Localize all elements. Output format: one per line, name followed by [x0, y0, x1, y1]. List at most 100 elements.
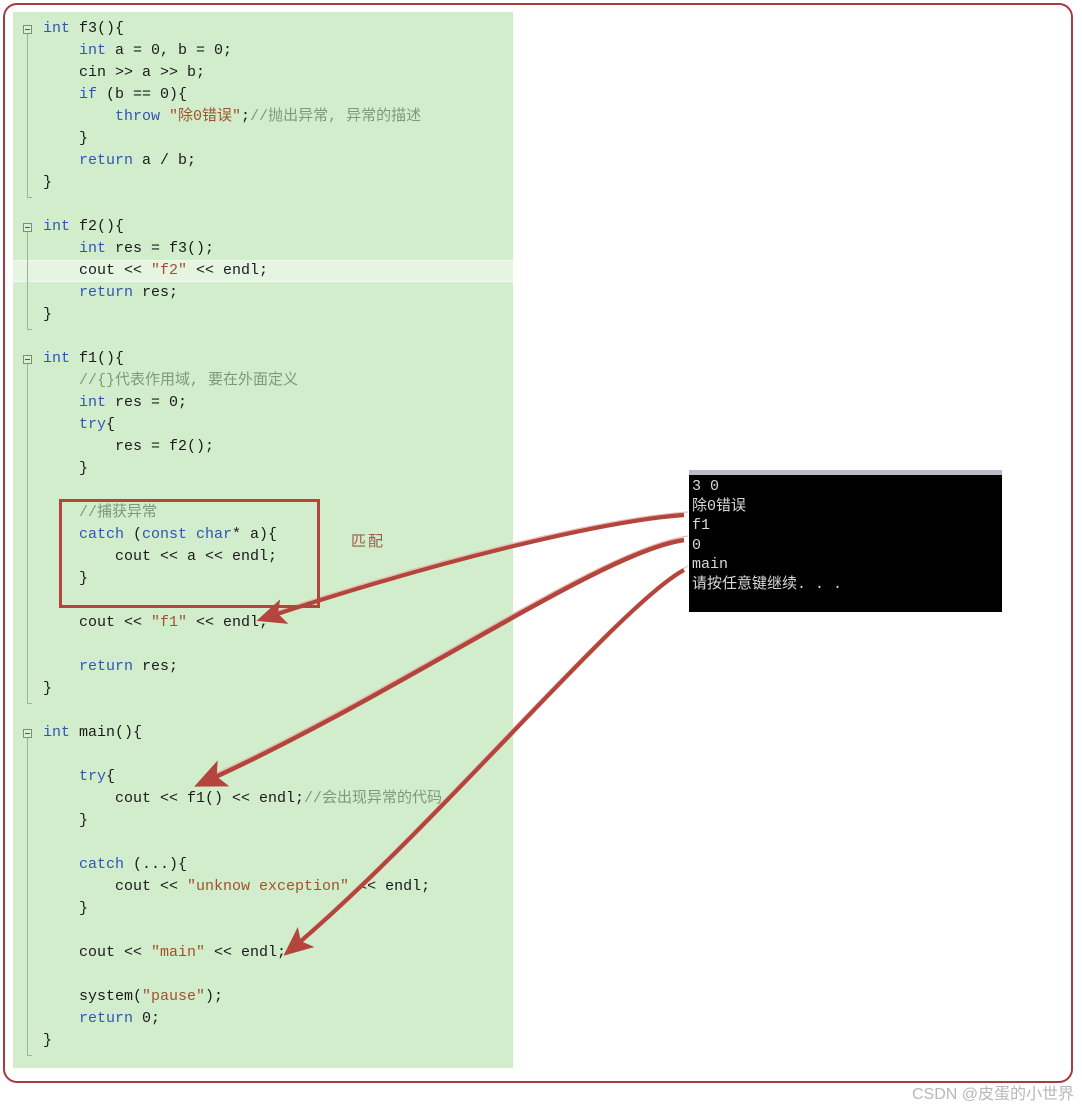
catch-block-highlight-box — [59, 499, 320, 608]
match-annotation-label: 匹配 — [351, 533, 386, 550]
code-line[interactable]: int main(){ — [13, 722, 513, 744]
fold-toggle-icon[interactable] — [23, 354, 32, 364]
code-token: (b == 0){ — [106, 86, 188, 103]
code-token: res; — [142, 284, 179, 301]
code-line[interactable] — [13, 920, 513, 942]
code-line[interactable]: cout << "f2" << endl; — [13, 260, 513, 282]
code-line[interactable]: cout << "unknow exception" << endl; — [13, 876, 513, 898]
code-token: 0; — [142, 1010, 161, 1027]
code-token: int — [43, 42, 116, 59]
code-line[interactable]: return a / b; — [13, 150, 513, 172]
code-line[interactable]: } — [13, 304, 513, 326]
code-line[interactable] — [13, 832, 513, 854]
code-line[interactable]: int f3(){ — [13, 18, 513, 40]
code-token: { — [106, 768, 116, 785]
code-line[interactable]: system("pause"); — [13, 986, 513, 1008]
code-token: (...){ — [133, 856, 188, 873]
code-line[interactable]: } — [13, 458, 513, 480]
fold-toggle-icon[interactable] — [23, 728, 32, 738]
console-output-window[interactable]: 3 0 除0错误 f1 0 main 请按任意键继续. . . — [689, 470, 1002, 612]
code-line[interactable]: cout << "f1" << endl; — [13, 612, 513, 634]
code-token: system( — [43, 988, 143, 1005]
fold-region-line — [27, 737, 28, 1055]
code-line[interactable]: int res = 0; — [13, 392, 513, 414]
code-line[interactable]: } — [13, 678, 513, 700]
code-token: } — [43, 460, 89, 477]
fold-region-line — [27, 33, 28, 197]
code-line[interactable]: //{}代表作用域, 要在外面定义 — [13, 370, 513, 392]
code-token: } — [43, 306, 53, 323]
code-token: res = f2(); — [43, 438, 215, 455]
code-line[interactable]: int a = 0, b = 0; — [13, 40, 513, 62]
code-line[interactable]: cout << "main" << endl; — [13, 942, 513, 964]
code-line[interactable] — [13, 194, 513, 216]
code-line[interactable]: } — [13, 128, 513, 150]
code-token: f1(){ — [79, 350, 125, 367]
code-token: cout << — [43, 262, 152, 279]
code-token: cout << — [43, 878, 188, 895]
watermark: CSDN @皮蛋的小世界 — [911, 1086, 1074, 1103]
code-token: int — [43, 240, 116, 257]
code-line[interactable]: } — [13, 898, 513, 920]
code-line[interactable] — [13, 326, 513, 348]
code-line[interactable]: catch (...){ — [13, 854, 513, 876]
code-token: } — [43, 812, 89, 829]
code-token: } — [43, 900, 89, 917]
code-token: //抛出异常, 异常的描述 — [250, 108, 422, 125]
code-line[interactable]: cout << f1() << endl;//会出现异常的代码 — [13, 788, 513, 810]
code-token: "unknow exception" — [187, 878, 350, 895]
code-token: f3(){ — [79, 20, 125, 37]
code-editor-panel[interactable]: int f3(){ int a = 0, b = 0; cin >> a >> … — [13, 12, 513, 1068]
code-line[interactable] — [13, 964, 513, 986]
code-token: int — [43, 218, 80, 235]
code-token: a = 0, b = 0; — [115, 42, 233, 59]
code-token: int — [43, 724, 80, 741]
code-token: cout << — [43, 614, 152, 631]
code-token: "除0错误" — [169, 108, 242, 125]
code-token: "pause" — [142, 988, 206, 1005]
code-line[interactable]: } — [13, 1030, 513, 1052]
fold-region-foot — [27, 702, 32, 704]
code-token: cin >> a >> b; — [43, 64, 206, 81]
code-token: } — [43, 680, 53, 697]
fold-toggle-icon[interactable] — [23, 222, 32, 232]
code-token: int — [43, 394, 116, 411]
code-line[interactable]: throw "除0错误";//抛出异常, 异常的描述 — [13, 106, 513, 128]
fold-toggle-icon[interactable] — [23, 24, 32, 34]
code-line[interactable]: try{ — [13, 414, 513, 436]
code-line[interactable]: } — [13, 810, 513, 832]
code-line[interactable]: return 0; — [13, 1008, 513, 1030]
code-line[interactable]: return res; — [13, 656, 513, 678]
code-token: ); — [205, 988, 224, 1005]
code-line[interactable]: int f2(){ — [13, 216, 513, 238]
code-line[interactable]: } — [13, 172, 513, 194]
code-token: return — [43, 284, 143, 301]
code-token: { — [106, 416, 116, 433]
code-token: f2(){ — [79, 218, 125, 235]
code-token: //会出现异常的代码 — [304, 790, 443, 807]
code-token: try — [43, 768, 107, 785]
code-token: return — [43, 658, 143, 675]
code-token: a / b; — [142, 152, 197, 169]
code-line[interactable] — [13, 634, 513, 656]
code-token: int — [43, 350, 80, 367]
code-line[interactable]: int f1(){ — [13, 348, 513, 370]
code-line[interactable]: if (b == 0){ — [13, 84, 513, 106]
code-token: } — [43, 130, 89, 147]
code-line[interactable]: return res; — [13, 282, 513, 304]
code-line[interactable]: res = f2(); — [13, 436, 513, 458]
code-line[interactable]: cin >> a >> b; — [13, 62, 513, 84]
code-line[interactable] — [13, 700, 513, 722]
code-token: catch — [43, 856, 134, 873]
fold-region-line — [27, 231, 28, 329]
code-token: res; — [142, 658, 179, 675]
code-token: main(){ — [79, 724, 143, 741]
code-line[interactable] — [13, 744, 513, 766]
code-line[interactable]: try{ — [13, 766, 513, 788]
fold-region-line — [27, 363, 28, 703]
code-line[interactable]: int res = f3(); — [13, 238, 513, 260]
fold-region-foot — [27, 1054, 32, 1056]
code-token: //{}代表作用域, 要在外面定义 — [79, 372, 299, 389]
code-token: throw — [43, 108, 170, 125]
